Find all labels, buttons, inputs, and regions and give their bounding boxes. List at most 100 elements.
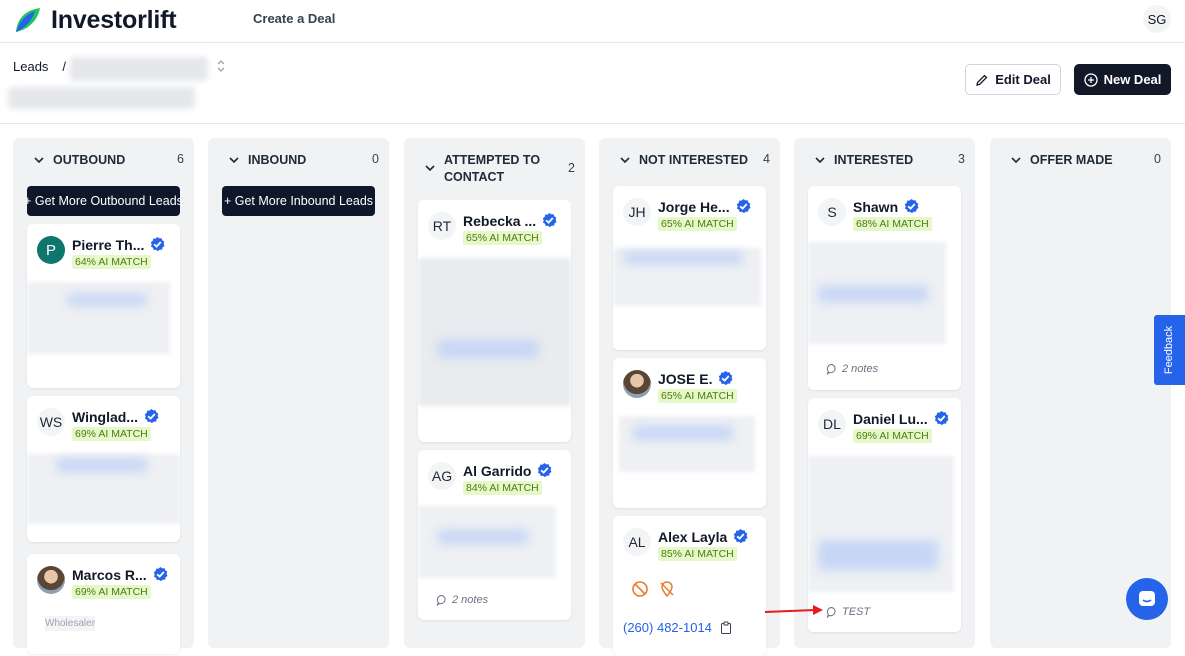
- feedback-label: Feedback: [1163, 325, 1176, 375]
- ai-match-badge: 69% AI MATCH: [853, 429, 932, 443]
- avatar: WS: [37, 408, 65, 436]
- lead-name: Daniel Lu...: [853, 410, 928, 427]
- nav-create-deal[interactable]: Create a Deal: [253, 11, 335, 26]
- lead-card[interactable]: S Shawn 68% AI MATCH 2 notes: [808, 186, 961, 390]
- lead-card[interactable]: AL Alex Layla 85% AI MATCH (260) 482-101…: [613, 516, 766, 656]
- verified-badge-icon: [735, 198, 751, 215]
- user-avatar[interactable]: SG: [1143, 5, 1171, 33]
- blurred-details: [418, 258, 571, 406]
- blurred-contact: [633, 426, 733, 440]
- chat-icon: [1139, 591, 1155, 606]
- blurred-contact: [438, 340, 538, 358]
- column-title: INTERESTED: [834, 153, 914, 167]
- lead-card[interactable]: DL Daniel Lu... 69% AI MATCH TEST: [808, 398, 961, 632]
- column-inbound: INBOUND 0 + Get More Inbound Leads: [208, 138, 389, 648]
- lead-name-row: Alex Layla: [658, 528, 749, 545]
- avatar-photo: [37, 566, 65, 594]
- avatar: AL: [623, 528, 651, 556]
- do-not-contact-icon[interactable]: [631, 580, 649, 598]
- column-count: 0: [1154, 152, 1161, 166]
- verified-badge-icon: [718, 370, 734, 387]
- chevron-down-icon[interactable]: [812, 153, 828, 167]
- get-more-outbound-leads-button[interactable]: + Get More Outbound Leads: [27, 186, 180, 216]
- breadcrumb: Leads /: [13, 59, 66, 74]
- blurred-contact: [818, 286, 928, 302]
- column-count: 6: [177, 152, 184, 166]
- lead-name: Marcos R...: [72, 566, 147, 583]
- column-header[interactable]: INTERESTED 3: [812, 152, 965, 169]
- plus-circle-icon: [1083, 72, 1098, 87]
- chevron-down-icon[interactable]: [422, 161, 438, 175]
- avatar-photo: [623, 370, 651, 398]
- lead-name-row: JOSE E.: [658, 370, 734, 387]
- deal-selector[interactable]: [70, 57, 208, 81]
- chevron-down-icon[interactable]: [31, 153, 47, 167]
- phone-number[interactable]: (260) 482-1014: [623, 620, 732, 635]
- ai-match-badge: 65% AI MATCH: [463, 231, 542, 245]
- column-header[interactable]: OUTBOUND 6: [31, 152, 184, 169]
- deal-address: [8, 87, 195, 109]
- phone-text[interactable]: (260) 482-1014: [623, 620, 712, 635]
- blurred-contact: [438, 530, 528, 544]
- avatar: DL: [818, 410, 846, 438]
- new-deal-button[interactable]: New Deal: [1074, 64, 1171, 95]
- column-header[interactable]: ATTEMPTED TO CONTACT 2: [422, 152, 575, 186]
- lead-name-row: Shawn: [853, 198, 920, 215]
- select-chevron-icon[interactable]: [215, 58, 227, 74]
- verified-badge-icon: [933, 410, 950, 427]
- lead-card[interactable]: RT Rebecka ... 65% AI MATCH: [418, 200, 571, 442]
- lead-card[interactable]: Marcos R... 69% AI MATCH Wholesaler: [27, 554, 180, 654]
- verified-badge-icon: [143, 408, 160, 425]
- column-title: OUTBOUND: [53, 153, 126, 167]
- lead-name: Al Garrido: [463, 462, 532, 479]
- chat-launcher-button[interactable]: [1126, 578, 1168, 620]
- lead-name-row: Daniel Lu...: [853, 410, 950, 427]
- deal-header: Leads / Edit Deal New Deal: [0, 43, 1185, 124]
- column-header[interactable]: NOT INTERESTED 4: [617, 152, 770, 169]
- lead-card[interactable]: JH Jorge He... 65% AI MATCH: [613, 186, 766, 350]
- notes-count: 2 notes: [452, 594, 489, 606]
- location-off-icon[interactable]: [658, 580, 676, 598]
- verified-badge-icon: [152, 566, 169, 582]
- lead-name-row: Rebecka ...: [463, 212, 558, 229]
- feedback-tab[interactable]: Feedback: [1154, 315, 1185, 385]
- lead-name: Rebecka ...: [463, 212, 537, 229]
- comment-icon: [436, 594, 446, 606]
- avatar: P: [37, 236, 65, 264]
- column-header[interactable]: INBOUND 0: [226, 152, 379, 169]
- column-header[interactable]: OFFER MADE 0: [1008, 152, 1161, 169]
- edit-deal-label: Edit Deal: [995, 72, 1051, 87]
- lead-name: Alex Layla: [658, 528, 728, 545]
- chevron-down-icon[interactable]: [1008, 153, 1024, 167]
- clipboard-icon[interactable]: [720, 621, 732, 634]
- lead-card[interactable]: JOSE E. 65% AI MATCH: [613, 358, 766, 508]
- ai-match-badge: 68% AI MATCH: [853, 217, 932, 231]
- avatar: RT: [428, 212, 456, 240]
- new-deal-label: New Deal: [1103, 72, 1162, 87]
- edit-deal-button[interactable]: Edit Deal: [965, 64, 1061, 95]
- blurred-contact: [57, 458, 147, 472]
- chevron-down-icon[interactable]: [617, 153, 633, 167]
- notes-indicator[interactable]: TEST: [826, 606, 870, 618]
- verified-badge-icon: [904, 198, 920, 215]
- column-title: NOT INTERESTED: [639, 153, 749, 167]
- avatar: JH: [623, 198, 651, 226]
- lead-card[interactable]: AG Al Garrido 84% AI MATCH 2 notes: [418, 450, 571, 620]
- lead-name-row: Al Garrido: [463, 462, 553, 479]
- lead-card[interactable]: WS Winglad... 69% AI MATCH: [27, 396, 180, 542]
- top-bar: Investorlift Create a Deal SG: [0, 0, 1185, 43]
- ai-match-badge: 64% AI MATCH: [72, 255, 151, 269]
- get-more-inbound-leads-button[interactable]: + Get More Inbound Leads: [222, 186, 375, 216]
- breadcrumb-leads[interactable]: Leads: [13, 59, 48, 74]
- lead-card[interactable]: P Pierre Th... 64% AI MATCH: [27, 224, 180, 388]
- notes-indicator[interactable]: 2 notes: [826, 363, 878, 375]
- column-count: 0: [372, 152, 379, 166]
- notes-indicator[interactable]: 2 notes: [436, 594, 488, 606]
- logo[interactable]: Investorlift: [13, 5, 177, 35]
- app-name: Investorlift: [51, 5, 177, 34]
- lead-name-row: Jorge He...: [658, 198, 752, 215]
- breadcrumb-separator: /: [62, 59, 67, 74]
- chevron-down-icon[interactable]: [226, 153, 242, 167]
- ai-match-badge: 65% AI MATCH: [658, 217, 737, 231]
- wholesaler-tag: Wholesaler: [45, 616, 96, 631]
